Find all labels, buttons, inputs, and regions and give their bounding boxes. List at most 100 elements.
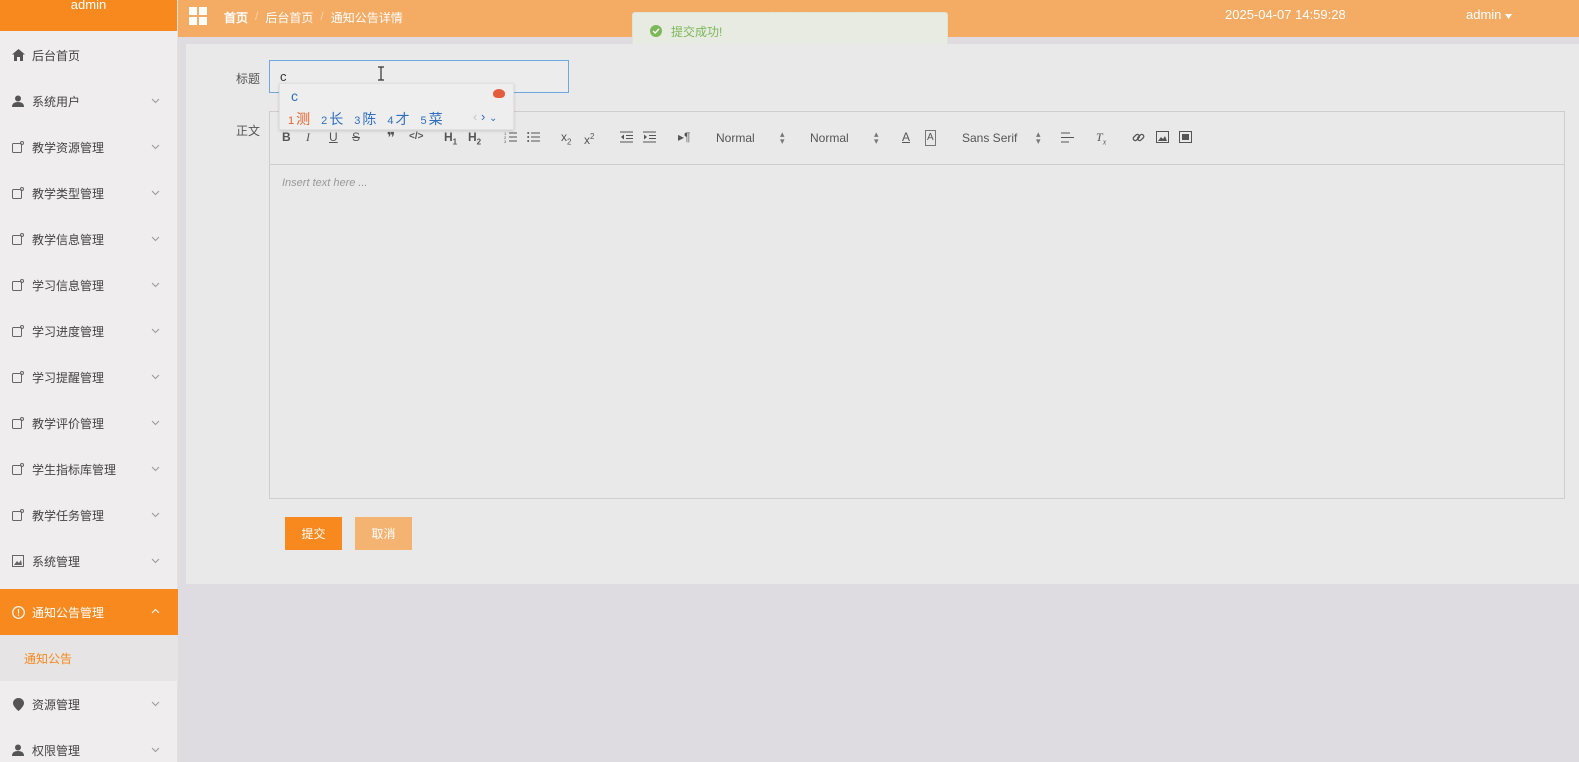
folder-icon xyxy=(11,416,25,430)
sidebar-item-label: 后台首页 xyxy=(32,48,81,63)
chevron-right-icon[interactable]: › xyxy=(481,109,485,124)
underline-icon[interactable]: U xyxy=(329,130,338,144)
text-direction-icon[interactable]: ▸¶ xyxy=(678,130,690,144)
indent-icon[interactable] xyxy=(643,131,656,143)
sidebar-item-notices[interactable]: 通知公告管理 xyxy=(0,589,178,635)
grid-menu-icon[interactable] xyxy=(189,7,207,25)
sidebar-item-student-indicators[interactable]: 学生指标库管理 xyxy=(0,446,178,492)
sidebar-item-label: 教学资源管理 xyxy=(32,140,105,155)
sidebar-item-system-management[interactable]: 系统管理 xyxy=(0,538,178,584)
ime-composition: c xyxy=(291,88,298,104)
ime-logo-icon xyxy=(493,89,505,98)
sidebar-item-label: 系统用户 xyxy=(32,94,81,109)
code-block-icon[interactable]: </> xyxy=(409,130,423,144)
sidebar-item-label: 教学任务管理 xyxy=(32,508,105,523)
subscript-icon[interactable]: x2 xyxy=(561,130,571,149)
header-select[interactable]: Normal ▴ ▾ xyxy=(716,130,785,146)
chevron-down-icon xyxy=(151,98,160,104)
bullet-list-icon[interactable] xyxy=(527,131,540,143)
heading2-icon[interactable]: H2 xyxy=(468,130,481,149)
chevron-down-icon[interactable]: ⌄ xyxy=(489,113,497,124)
ime-candidate[interactable]: 3陈 xyxy=(354,109,376,129)
sidebar-item-system-users[interactable]: 系统用户 xyxy=(0,78,178,124)
folder-icon xyxy=(11,140,25,154)
sidebar-item-home[interactable]: 后台首页 xyxy=(0,32,178,78)
folder-icon xyxy=(11,232,25,246)
sidebar-item-label: 系统管理 xyxy=(32,554,81,569)
editor-placeholder[interactable]: Insert text here ... xyxy=(282,177,368,189)
bold-icon[interactable]: B xyxy=(282,130,291,144)
image-icon[interactable] xyxy=(1156,131,1169,143)
italic-icon[interactable]: I xyxy=(306,130,310,144)
text-cursor-icon xyxy=(378,66,384,81)
font-select[interactable]: Sans Serif ▴ ▾ xyxy=(962,130,1041,146)
breadcrumb-separator: / xyxy=(255,9,259,23)
chevron-down-icon xyxy=(151,558,160,564)
user-name: admin xyxy=(1466,7,1502,22)
ime-candidate[interactable]: 1测 xyxy=(288,109,310,129)
location-pin-icon xyxy=(11,697,25,711)
cancel-button[interactable]: 取消 xyxy=(355,517,412,550)
folder-icon xyxy=(11,370,25,384)
ime-candidate[interactable]: 5菜 xyxy=(421,109,443,129)
outdent-icon[interactable] xyxy=(620,131,633,143)
svg-text:3: 3 xyxy=(504,139,507,143)
submit-button[interactable]: 提交 xyxy=(285,517,342,550)
align-left-icon[interactable] xyxy=(1061,132,1074,143)
breadcrumb-dashboard[interactable]: 后台首页 xyxy=(265,9,313,26)
chevron-down-icon xyxy=(151,144,160,150)
sidebar-item-study-progress[interactable]: 学习进度管理 xyxy=(0,308,178,354)
sidebar-user: admin xyxy=(0,0,177,31)
ordered-list-icon[interactable]: 123 xyxy=(504,131,517,143)
sidebar-item-teaching-info[interactable]: 教学信息管理 xyxy=(0,216,178,262)
user-icon xyxy=(11,743,25,757)
title-label: 标题 xyxy=(236,72,261,86)
sidebar-item-label: 权限管理 xyxy=(32,743,81,758)
sidebar-item-study-reminders[interactable]: 学习提醒管理 xyxy=(0,354,178,400)
sidebar-item-label: 学习进度管理 xyxy=(32,324,105,339)
chevron-left-icon[interactable]: ‹ xyxy=(473,109,477,124)
sidebar-item-resources[interactable]: 资源管理 xyxy=(0,681,178,727)
size-select-value: Normal xyxy=(810,131,849,145)
chevron-down-icon xyxy=(151,512,160,518)
chevron-up-icon xyxy=(151,608,160,614)
link-icon[interactable] xyxy=(1132,131,1145,144)
background-color-icon[interactable]: A xyxy=(925,130,936,146)
sidebar-item-label: 教学信息管理 xyxy=(32,232,105,247)
font-select-value: Sans Serif xyxy=(962,131,1018,145)
sidebar-item-study-info[interactable]: 学习信息管理 xyxy=(0,262,178,308)
sidebar-item-permissions[interactable]: 权限管理 xyxy=(0,727,178,762)
blockquote-icon[interactable]: ❞ xyxy=(387,130,395,144)
rich-text-editor: B I U S ❞ </> H1 H2 123 x2 x2 ▸¶ Normal ▴… xyxy=(269,111,1565,499)
header-select-value: Normal xyxy=(716,131,755,145)
superscript-icon[interactable]: x2 xyxy=(584,130,594,147)
body-label: 正文 xyxy=(236,124,261,138)
breadcrumb-current: 通知公告详情 xyxy=(330,11,403,25)
sidebar-item-label: 学习提醒管理 xyxy=(32,370,105,385)
ime-candidate[interactable]: 2长 xyxy=(321,109,343,129)
ime-candidate[interactable]: 4才 xyxy=(387,109,409,129)
heading1-icon[interactable]: H1 xyxy=(444,130,457,149)
ime-page-nav[interactable]: ‹ › ⌄ xyxy=(473,109,497,124)
title-input-value: c xyxy=(280,69,287,84)
size-select[interactable]: Normal ▴ ▾ xyxy=(810,130,879,146)
text-color-icon[interactable]: A xyxy=(902,130,910,144)
folder-icon xyxy=(11,462,25,476)
breadcrumb-home[interactable]: 首页 xyxy=(224,9,248,26)
sidebar-item-label: 学生指标库管理 xyxy=(32,462,117,477)
user-menu[interactable]: admin xyxy=(1466,7,1513,22)
datetime: 2025-04-07 14:59:28 xyxy=(1225,7,1346,22)
sidebar-item-teaching-types[interactable]: 教学类型管理 xyxy=(0,170,178,216)
sidebar-item-teaching-evaluation[interactable]: 教学评价管理 xyxy=(0,400,178,446)
sidebar-item-teaching-tasks[interactable]: 教学任务管理 xyxy=(0,492,178,538)
folder-icon xyxy=(11,324,25,338)
video-icon[interactable] xyxy=(1179,131,1192,143)
caret-down-icon xyxy=(1505,14,1513,19)
chevron-down-icon xyxy=(151,328,160,334)
chevron-down-icon xyxy=(151,236,160,242)
sidebar-subitem-notices[interactable]: 通知公告 xyxy=(0,635,178,681)
sidebar-item-teaching-resources[interactable]: 教学资源管理 xyxy=(0,124,178,170)
strike-icon[interactable]: S xyxy=(352,130,360,144)
folder-icon xyxy=(11,508,25,522)
clear-format-icon[interactable]: Tx xyxy=(1096,130,1106,149)
